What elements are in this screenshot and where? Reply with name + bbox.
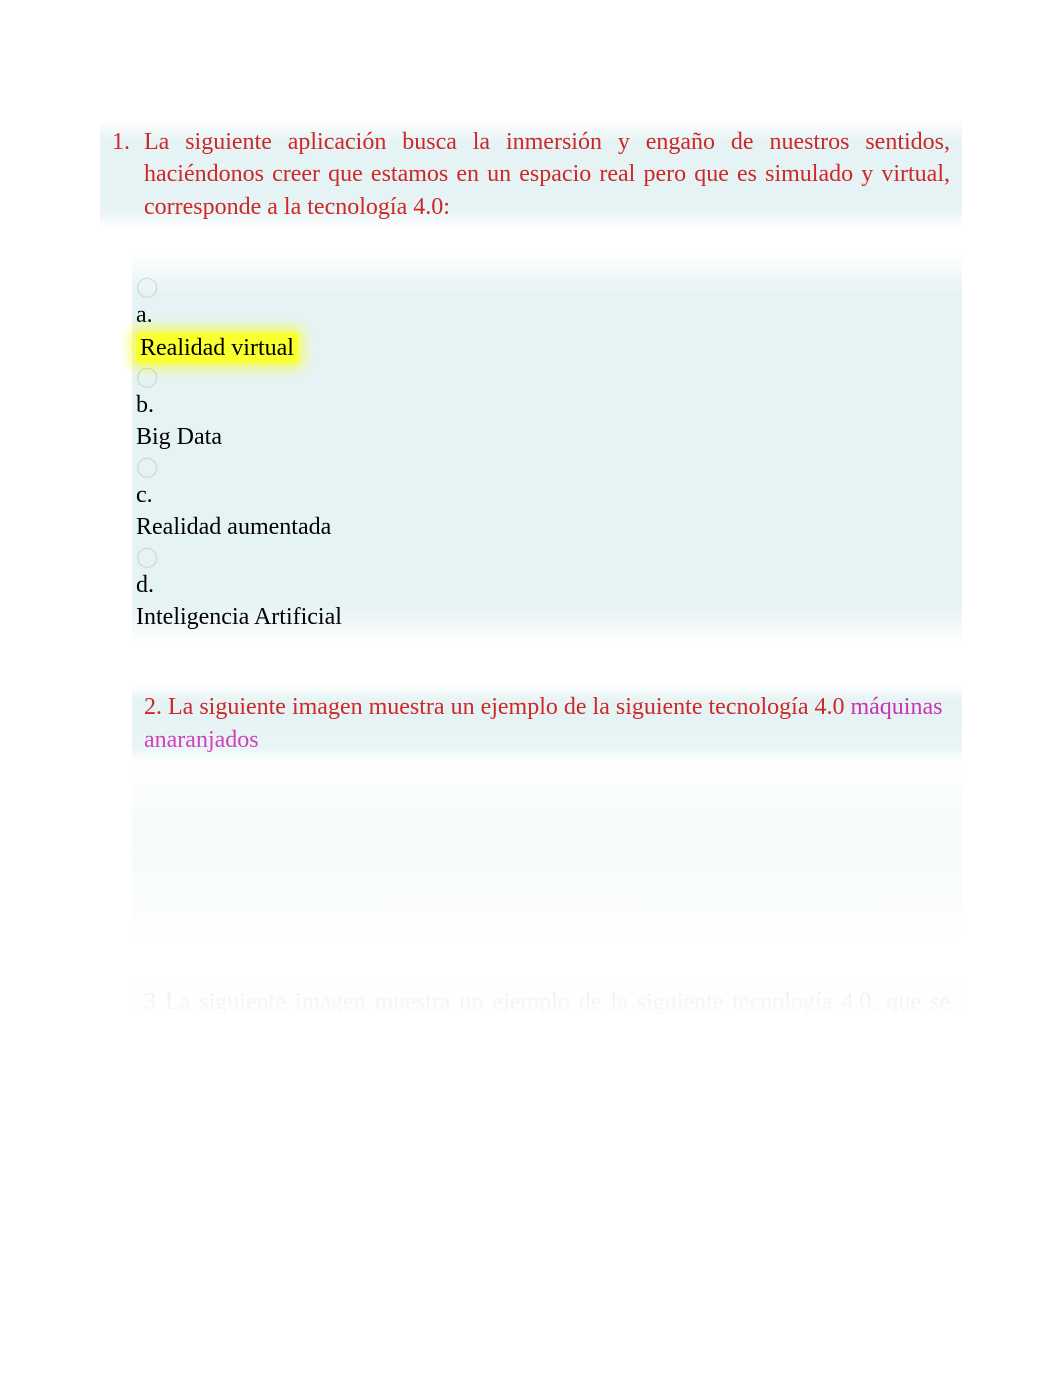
radio-icon: ◯ [136,277,950,297]
option-c-text: Realidad aumentada [136,514,331,540]
option-c[interactable]: ◯ c. Realidad aumentada [136,457,950,544]
question-1-row: 1. La siguiente aplicación busca la inme… [112,126,950,223]
question-1-block: 1. La siguiente aplicación busca la inme… [100,120,962,229]
option-b-text: Big Data [136,424,222,450]
option-b-letter: b. [136,389,950,421]
question-2-image-placeholder [132,770,962,940]
radio-icon: ◯ [136,367,950,387]
option-a-text: Realidad virtual [136,333,298,363]
option-a-letter: a. [136,299,950,331]
question-3-block: 3 La siguiente imagen muestra un ejemplo… [132,980,962,1057]
option-d[interactable]: ◯ d. Inteligencia Artificial [136,547,950,634]
option-a[interactable]: ◯ a. Realidad virtual [136,277,950,364]
option-d-letter: d. [136,569,950,601]
question-2-block: 2. La siguiente imagen muestra un ejempl… [132,685,962,762]
document-page: 1. La siguiente aplicación busca la inme… [0,0,1062,1097]
question-1-number: 1. [112,126,144,223]
option-d-text: Inteligencia Artificial [136,604,342,630]
question-2-text: 2. La siguiente imagen muestra un ejempl… [144,694,850,720]
question-3-text: 3 La siguiente imagen muestra un ejemplo… [144,986,950,1051]
option-c-letter: c. [136,479,950,511]
question-1-text: La siguiente aplicación busca la inmersi… [144,126,950,223]
radio-icon: ◯ [136,547,950,567]
radio-icon: ◯ [136,457,950,477]
question-1-options: ◯ a. Realidad virtual ◯ b. Big Data ◯ c.… [132,254,962,645]
option-b[interactable]: ◯ b. Big Data [136,367,950,454]
